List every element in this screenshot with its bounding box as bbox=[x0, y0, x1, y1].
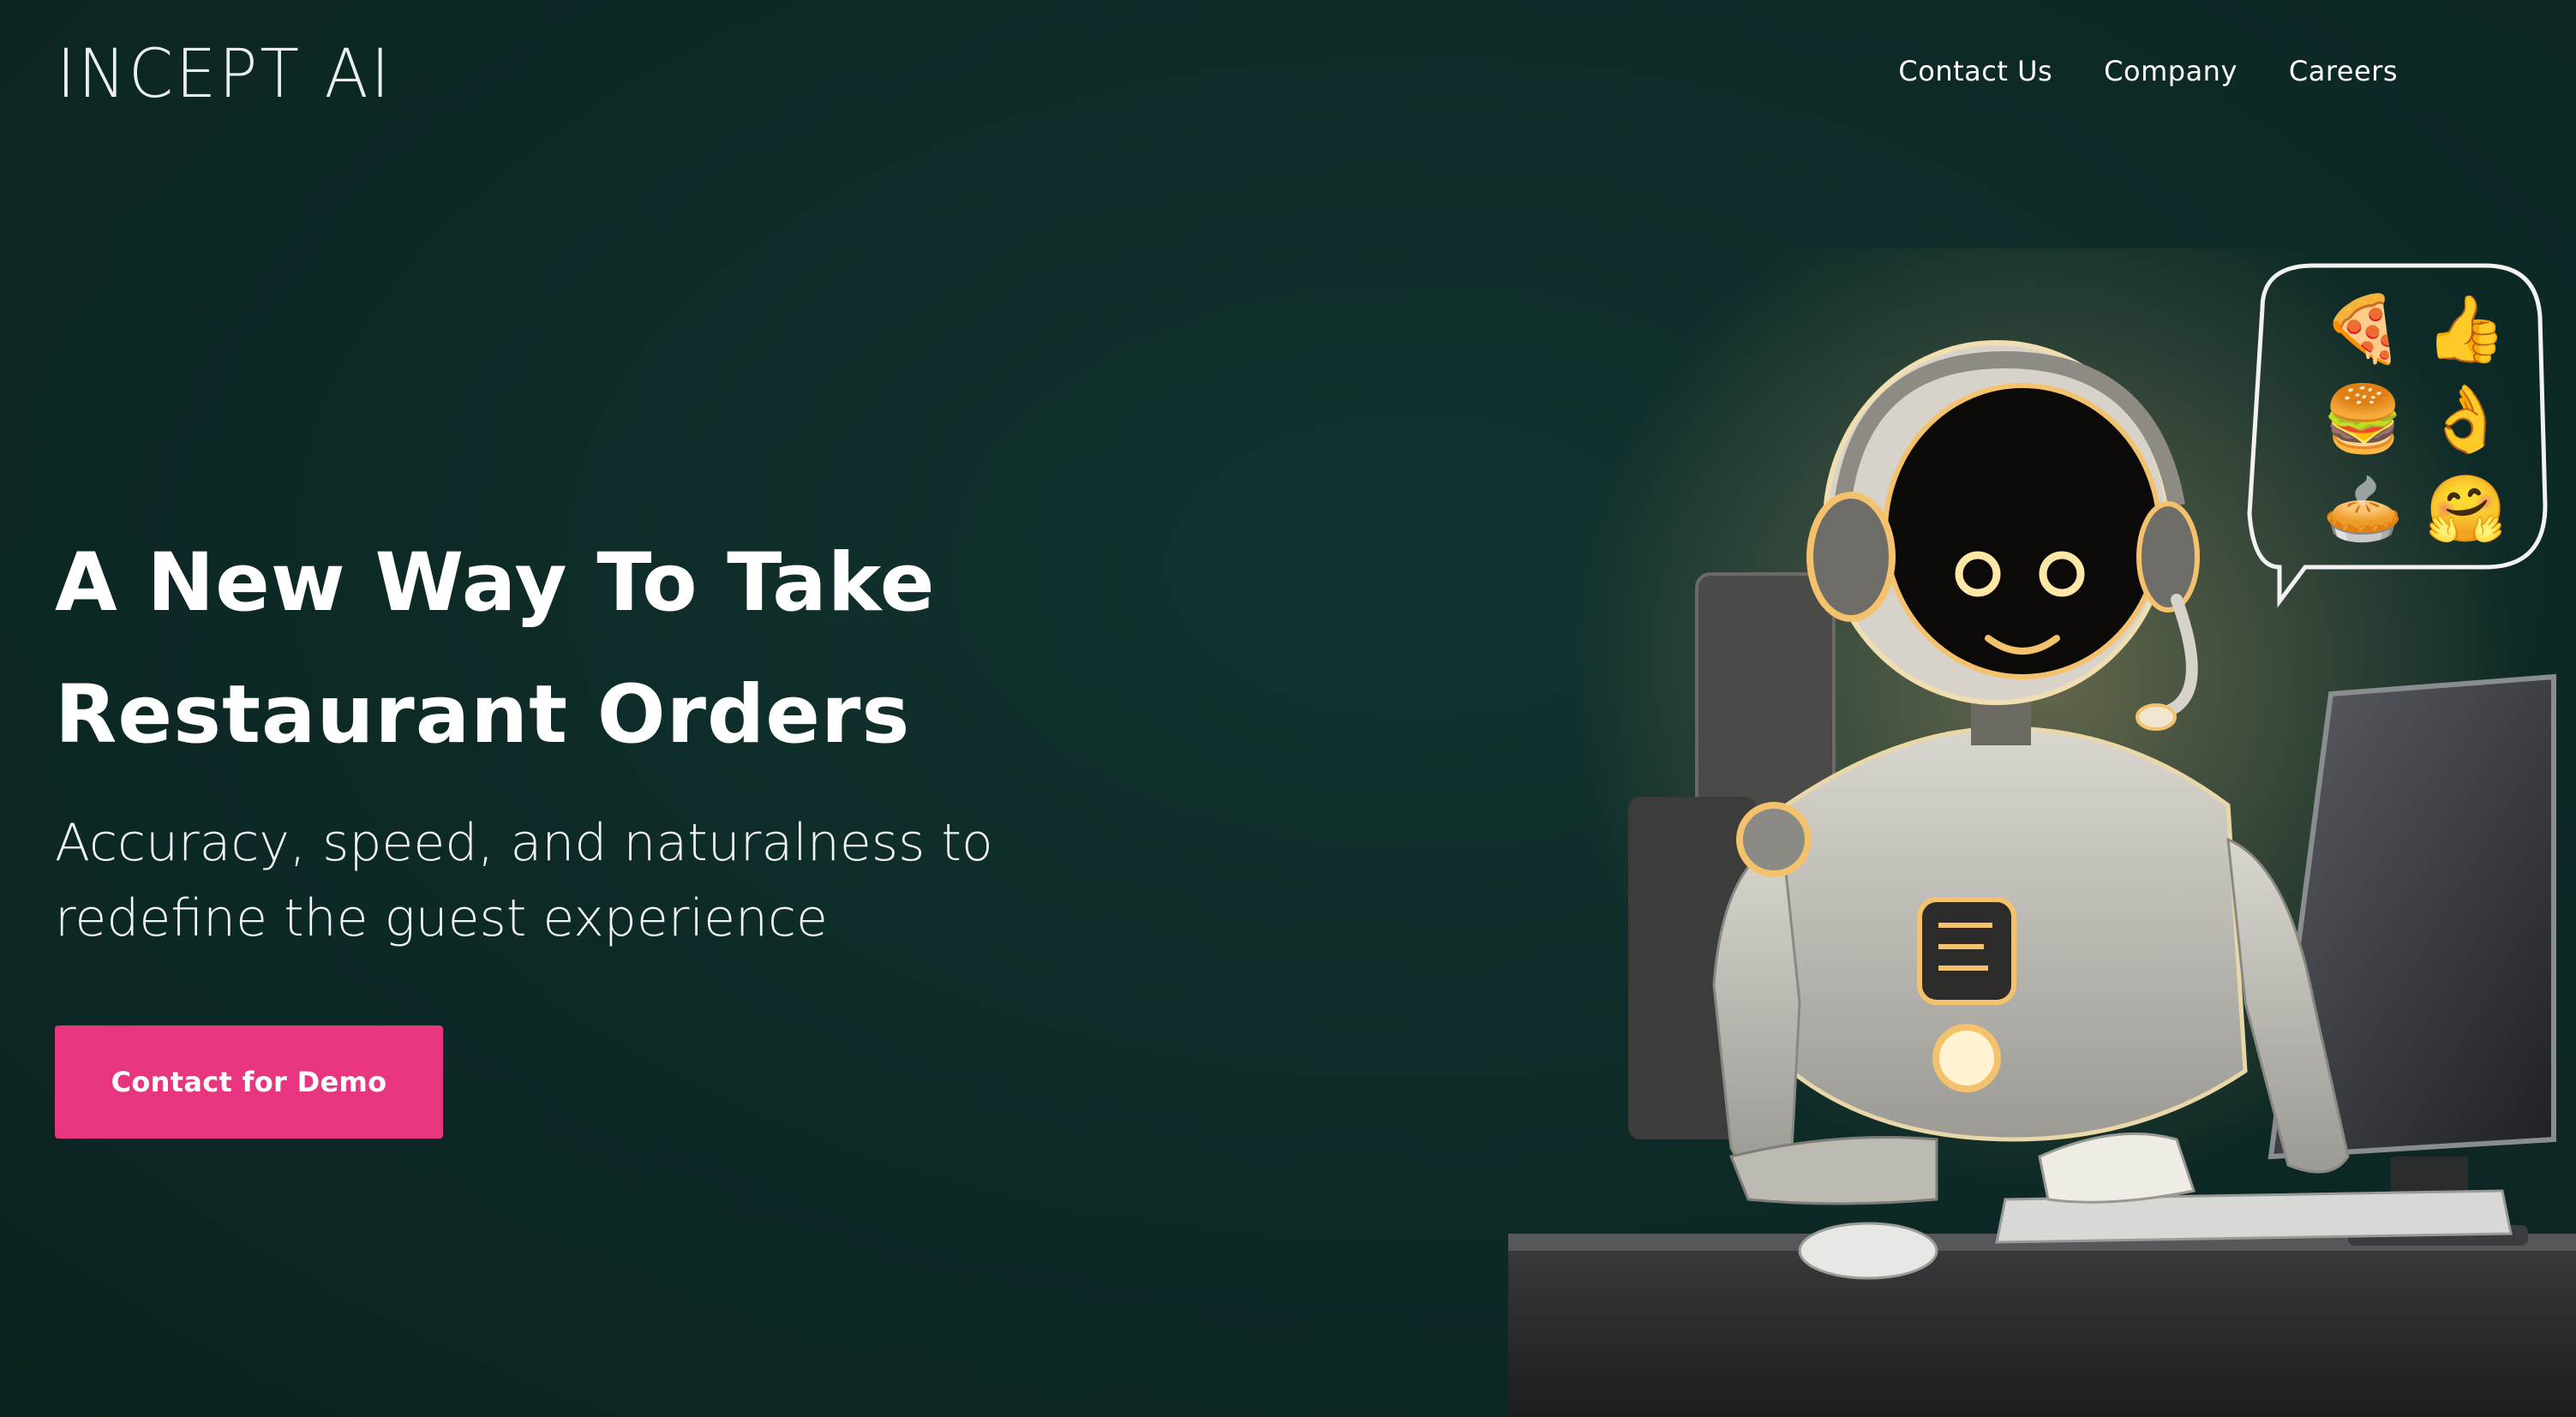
pie-icon: 🥧 bbox=[2322, 470, 2404, 547]
contact-for-demo-button[interactable]: Contact for Demo bbox=[55, 1025, 443, 1139]
desk-icon bbox=[1508, 1234, 2576, 1417]
hero-subtitle-line1: Accuracy, speed, and naturalness to bbox=[55, 813, 993, 873]
pizza-icon: 🍕 bbox=[2322, 290, 2404, 367]
burger-icon: 🍔 bbox=[2322, 380, 2404, 457]
hero-title: A New Way To Take Restaurant Orders bbox=[55, 517, 1083, 781]
hero-subtitle-line2: redefine the guest experience bbox=[55, 888, 828, 948]
hero-title-line2: Restaurant Orders bbox=[55, 668, 911, 762]
hugging-face-icon: 🤗 bbox=[2425, 470, 2507, 547]
mouse-icon bbox=[1798, 1222, 1938, 1280]
nav-company[interactable]: Company bbox=[2104, 55, 2238, 87]
hero-title-line1: A New Way To Take bbox=[55, 536, 936, 630]
thumbs-up-icon: 👍 bbox=[2425, 290, 2507, 367]
hero-subtitle: Accuracy, speed, and naturalness to rede… bbox=[55, 805, 1083, 956]
nav-careers[interactable]: Careers bbox=[2289, 55, 2398, 87]
brand-logo[interactable]: INCEPT AI bbox=[57, 36, 392, 113]
ok-hand-icon: 👌 bbox=[2425, 380, 2507, 457]
robot-illustration: 🍕 👍 🍔 👌 🥧 🤗 bbox=[1508, 248, 2576, 1417]
nav-contact-us[interactable]: Contact Us bbox=[1898, 55, 2052, 87]
top-nav: Contact Us Company Careers bbox=[1898, 55, 2398, 87]
